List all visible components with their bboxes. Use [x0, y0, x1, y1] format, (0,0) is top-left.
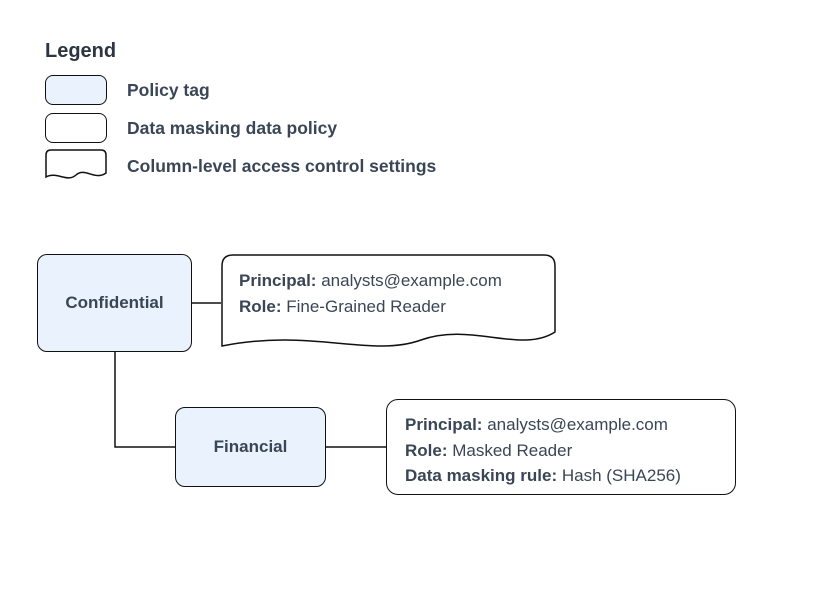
legend-label-column-level: Column-level access control settings — [127, 156, 436, 177]
mask-rule-label: Data masking rule: — [405, 466, 557, 485]
mask-rule-value: Hash (SHA256) — [562, 466, 681, 485]
policy-tag-confidential-label: Confidential — [65, 293, 163, 313]
principal-row: Principal: analysts@example.com — [405, 412, 717, 438]
role-row: Role: Fine-Grained Reader — [239, 294, 538, 320]
legend-row-policy-tag: Policy tag — [45, 71, 436, 109]
principal-value: analysts@example.com — [321, 271, 502, 290]
legend: Legend Policy tag Data masking data poli… — [45, 40, 436, 185]
legend-row-column-level: Column-level access control settings — [45, 147, 436, 185]
principal-row: Principal: analysts@example.com — [239, 268, 538, 294]
policy-tag-confidential: Confidential — [37, 254, 192, 352]
data-masking-swatch-icon — [45, 113, 107, 143]
principal-label: Principal: — [239, 271, 316, 290]
legend-row-data-masking: Data masking data policy — [45, 109, 436, 147]
role-value: Masked Reader — [452, 441, 572, 460]
legend-title: Legend — [45, 40, 436, 63]
legend-label-data-masking: Data masking data policy — [127, 118, 337, 139]
role-row: Role: Masked Reader — [405, 438, 717, 464]
role-value: Fine-Grained Reader — [286, 297, 446, 316]
column-level-swatch-icon — [45, 149, 107, 183]
principal-label: Principal: — [405, 415, 482, 434]
role-label: Role: — [405, 441, 448, 460]
column-access-confidential: Principal: analysts@example.com Role: Fi… — [221, 254, 556, 356]
policy-tag-financial-label: Financial — [214, 437, 288, 457]
policy-tag-financial: Financial — [175, 407, 326, 487]
principal-value: analysts@example.com — [487, 415, 668, 434]
role-label: Role: — [239, 297, 282, 316]
policy-tag-swatch-icon — [45, 75, 107, 105]
mask-rule-row: Data masking rule: Hash (SHA256) — [405, 463, 717, 489]
data-policy-financial: Principal: analysts@example.com Role: Ma… — [386, 399, 736, 495]
legend-label-policy-tag: Policy tag — [127, 80, 210, 101]
